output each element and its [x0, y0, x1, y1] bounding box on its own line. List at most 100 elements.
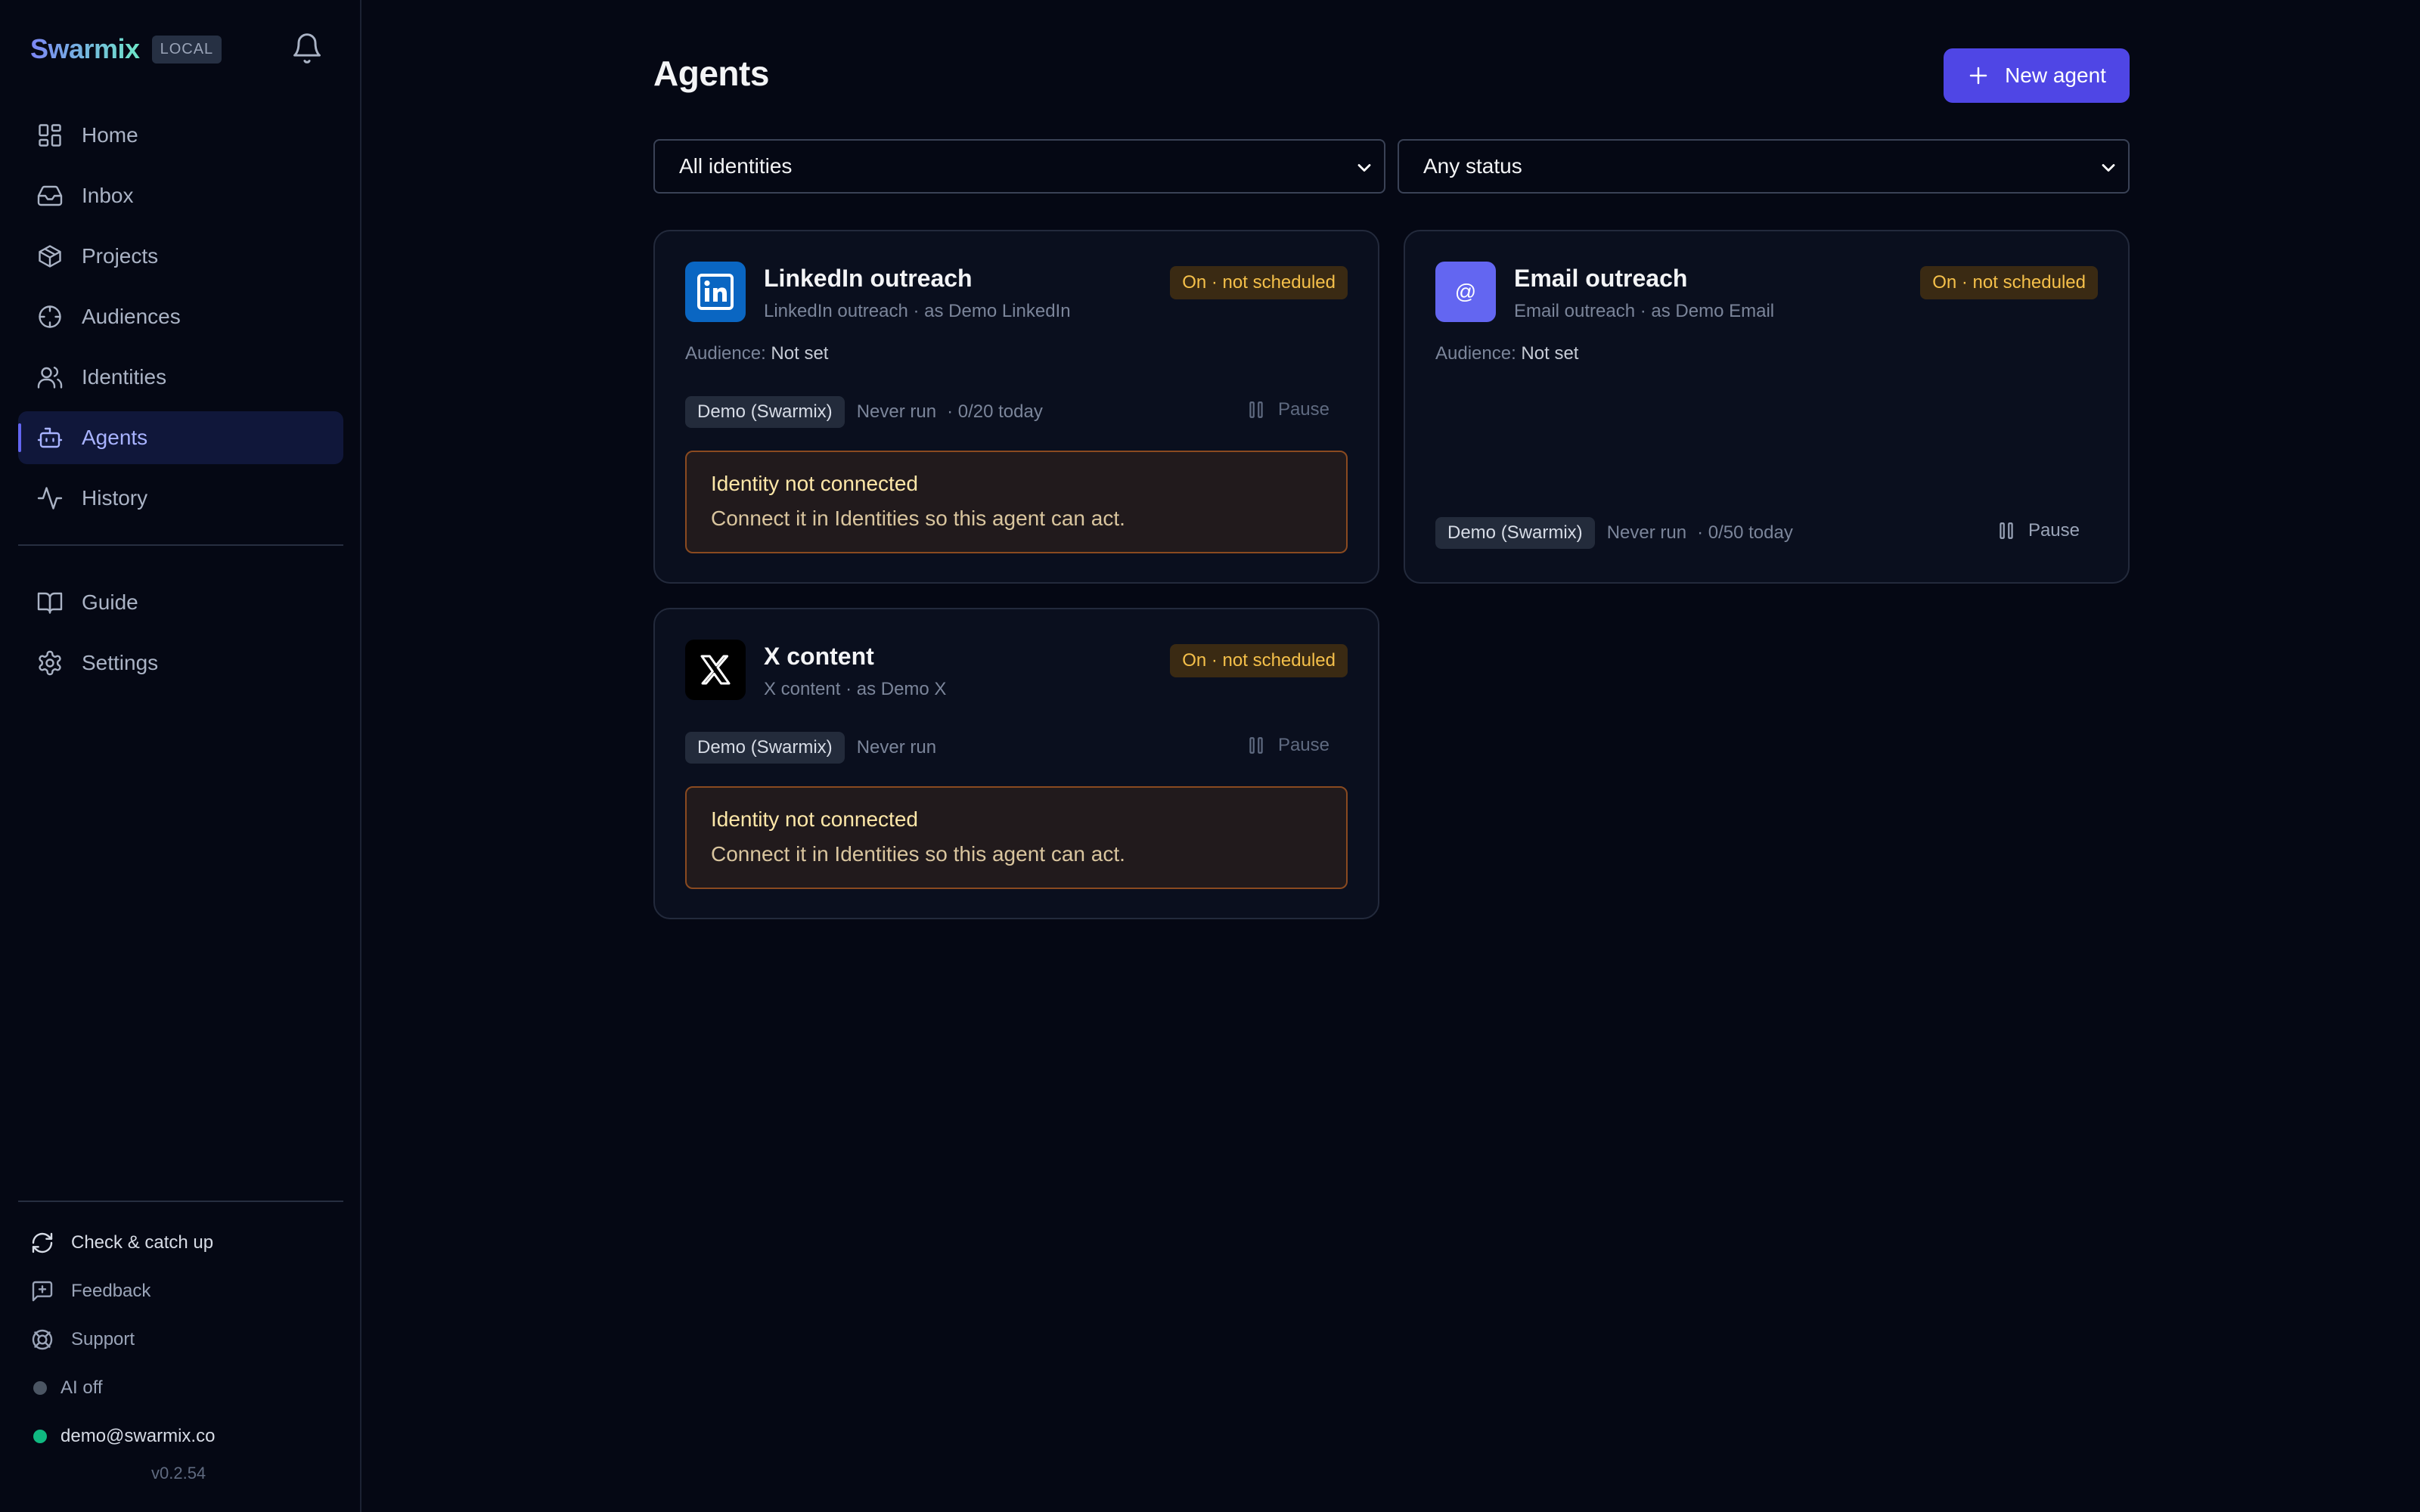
new-agent-label: New agent — [2005, 64, 2106, 87]
pause-label: Pause — [1277, 399, 1329, 420]
nav-label: Audiences — [82, 305, 181, 328]
book-icon — [36, 589, 64, 616]
nav-item-agents[interactable]: Agents — [18, 411, 343, 464]
audience-value: Not set — [1521, 343, 1579, 364]
box-icon — [36, 243, 64, 270]
bell-icon[interactable] — [290, 32, 324, 65]
identity-warning: Identity not connected Connect it in Ide… — [685, 786, 1348, 889]
nav-label: Identities — [82, 365, 167, 389]
nav-label: Guide — [82, 590, 138, 614]
identity-filter-select[interactable]: All identities — [653, 139, 1385, 194]
nav-label: Inbox — [82, 184, 134, 207]
plus-icon — [1967, 64, 1990, 87]
pause-label: Pause — [1277, 735, 1329, 755]
page-title: Agents — [653, 54, 769, 93]
agent-card-email[interactable]: @ Email outreach Email outreach · as Dem… — [1404, 230, 2130, 584]
audience-info: Audience: Not set — [685, 343, 828, 364]
daily-quota: · 0/20 today — [947, 401, 1043, 422]
agent-name: X content — [764, 643, 874, 670]
nav-divider — [18, 544, 343, 546]
chevron-down-icon — [2098, 157, 2119, 178]
x-logo-icon — [685, 640, 746, 700]
nav-item-history[interactable]: History — [18, 472, 343, 525]
identity-warning: Identity not connected Connect it in Ide… — [685, 451, 1348, 553]
warning-description: Connect it in Identities so this agent c… — [711, 507, 1125, 530]
agent-card-linkedin[interactable]: LinkedIn outreach LinkedIn outreach · as… — [653, 230, 1379, 584]
identity-chip: Demo (Swarmix) — [1435, 517, 1595, 549]
audience-label: Audience: — [685, 343, 766, 364]
footer-divider — [18, 1201, 343, 1202]
lifebuoy-icon — [30, 1328, 54, 1352]
agent-meta: Demo (Swarmix) Never run · 0/20 today — [685, 396, 1043, 428]
activity-icon — [36, 485, 64, 512]
chevron-down-icon — [1354, 157, 1375, 178]
feedback-link[interactable]: Feedback — [18, 1267, 343, 1315]
pause-label: Pause — [2028, 520, 2080, 541]
inbox-icon — [36, 182, 64, 209]
feedback-label: Feedback — [71, 1281, 151, 1301]
pause-button[interactable]: Pause — [1996, 520, 2080, 541]
users-icon — [36, 364, 64, 391]
brand[interactable]: Swarmix LOCAL — [30, 33, 222, 65]
pause-button[interactable]: Pause — [1246, 735, 1329, 756]
sidebar-footer: Check & catch up Feedback Support AI off… — [18, 1201, 343, 1461]
nav-item-guide[interactable]: Guide — [18, 576, 343, 629]
refresh-icon — [30, 1231, 54, 1255]
nav-item-home[interactable]: Home — [18, 109, 343, 162]
agent-card-x[interactable]: X content X content · as Demo X On · not… — [653, 608, 1379, 919]
check-catch-up-label: Check & catch up — [71, 1232, 214, 1253]
nav-label: Home — [82, 123, 138, 147]
ai-status[interactable]: AI off — [18, 1364, 343, 1412]
account-status[interactable]: demo@swarmix.co — [18, 1412, 343, 1461]
agent-subtitle: X content · as Demo X — [764, 679, 947, 699]
status-filter-value: Any status — [1423, 154, 1522, 178]
audience-label: Audience: — [1435, 343, 1516, 364]
nav-item-settings[interactable]: Settings — [18, 637, 343, 689]
identity-chip: Demo (Swarmix) — [685, 396, 845, 428]
identity-filter-value: All identities — [679, 154, 793, 178]
daily-quota: · 0/50 today — [1697, 522, 1793, 543]
status-filter-select[interactable]: Any status — [1398, 139, 2130, 194]
new-agent-button[interactable]: New agent — [1944, 48, 2130, 103]
warning-description: Connect it in Identities so this agent c… — [711, 842, 1125, 866]
nav-item-projects[interactable]: Projects — [18, 230, 343, 283]
agent-subtitle: LinkedIn outreach · as Demo LinkedIn — [764, 301, 1071, 321]
agent-subtitle: Email outreach · as Demo Email — [1514, 301, 1775, 321]
ai-status-label: AI off — [60, 1377, 103, 1398]
nav-label: Projects — [82, 244, 159, 268]
audience-info: Audience: Not set — [1435, 343, 1578, 364]
message-plus-icon — [30, 1279, 54, 1303]
nav-label: Settings — [82, 651, 159, 674]
account-email: demo@swarmix.co — [60, 1426, 216, 1446]
nav-label: History — [82, 486, 148, 510]
nav-label: Agents — [82, 426, 148, 449]
ai-status-dot — [33, 1381, 47, 1395]
crosshair-icon — [36, 303, 64, 330]
status-badge: On · not scheduled — [1920, 266, 2098, 299]
status-badge: On · not scheduled — [1170, 644, 1348, 677]
home-grid-icon — [36, 122, 64, 149]
agent-meta: Demo (Swarmix) Never run — [685, 732, 936, 764]
sidebar: Swarmix LOCAL Home Inbox Projects Audien… — [0, 0, 361, 1512]
nav-item-audiences[interactable]: Audiences — [18, 290, 343, 343]
brand-name: Swarmix — [30, 33, 140, 64]
app-version: v0.2.54 — [151, 1464, 206, 1483]
support-label: Support — [71, 1329, 135, 1349]
support-link[interactable]: Support — [18, 1315, 343, 1364]
nav-item-identities[interactable]: Identities — [18, 351, 343, 404]
environment-badge: LOCAL — [151, 35, 222, 64]
agent-meta: Demo (Swarmix) Never run · 0/50 today — [1435, 517, 1793, 549]
agent-name: LinkedIn outreach — [764, 265, 973, 292]
pause-icon — [1996, 521, 2016, 541]
pause-icon — [1246, 400, 1266, 420]
audience-value: Not set — [771, 343, 829, 364]
online-status-dot — [33, 1430, 47, 1443]
check-catch-up-button[interactable]: Check & catch up — [18, 1219, 343, 1267]
warning-title: Identity not connected — [711, 472, 918, 495]
pause-button[interactable]: Pause — [1246, 399, 1329, 420]
nav-item-inbox[interactable]: Inbox — [18, 169, 343, 222]
bot-icon — [36, 424, 64, 451]
warning-title: Identity not connected — [711, 807, 918, 831]
identity-chip: Demo (Swarmix) — [685, 732, 845, 764]
at-sign-icon: @ — [1435, 262, 1496, 322]
